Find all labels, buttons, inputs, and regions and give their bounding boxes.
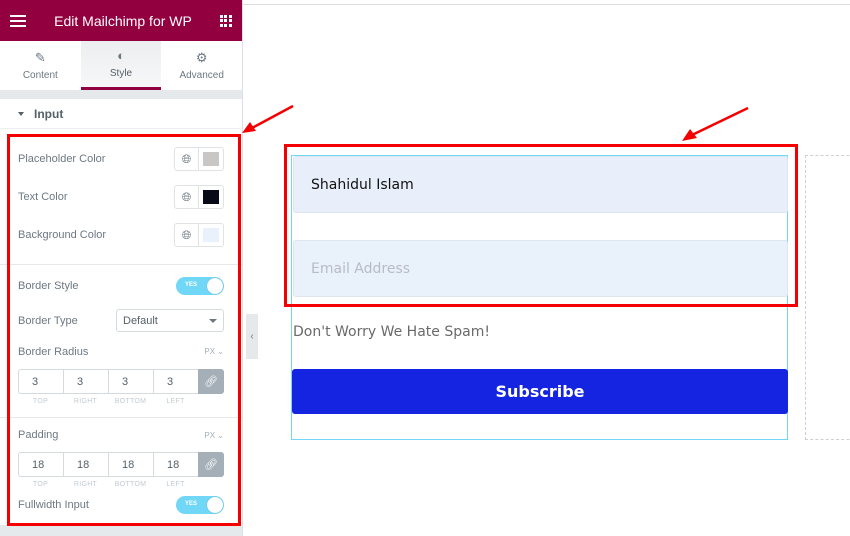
border-radius-header: Border Radius PX ⌄ [0, 334, 242, 369]
padding-left-input[interactable]: 18 [153, 452, 198, 477]
color-swatch[interactable] [199, 186, 223, 208]
section-input-toggle[interactable]: Input [0, 99, 242, 129]
widgets-grid-icon[interactable] [219, 14, 232, 27]
empty-column-placeholder [805, 155, 850, 440]
placeholder-color-control: Placeholder Color 🌐︎ [0, 140, 242, 178]
mailchimp-form-widget[interactable]: Shahidul Islam Email Address Don't Worry… [291, 155, 788, 440]
border-style-toggle[interactable]: YES [176, 277, 224, 295]
padding-bottom-input[interactable]: 18 [108, 452, 153, 477]
link-values-icon[interactable]: 🔗︎ [198, 452, 224, 477]
border-type-control: Border Type Default [0, 307, 242, 334]
tab-label: Style [109, 68, 133, 79]
editor-panel: Edit Mailchimp for WP ✎ Content ◐ Style … [0, 0, 243, 536]
global-colors-icon[interactable]: 🌐︎ [175, 148, 199, 170]
collapse-panel-button[interactable]: ‹ [246, 314, 258, 359]
caret-down-icon [18, 111, 24, 116]
control-label: Background Color [18, 229, 107, 241]
padding-top-input[interactable]: 18 [18, 452, 63, 477]
tab-label: Advanced [179, 69, 224, 81]
global-colors-icon[interactable]: 🌐︎ [175, 186, 199, 208]
panel-header: Edit Mailchimp for WP [0, 0, 242, 41]
dimension-labels: TOP RIGHT BOTTOM LEFT [32, 398, 185, 405]
tab-label: Content [22, 69, 58, 81]
radius-right-input[interactable]: 3 [63, 369, 108, 394]
editor: Edit Mailchimp for WP ✎ Content ◐ Style … [0, 0, 850, 536]
padding-dimensions: 18 18 18 18 🔗︎ [18, 452, 224, 477]
radius-top-input[interactable]: 3 [18, 369, 63, 394]
control-label: Border Radius [18, 345, 89, 358]
tab-content[interactable]: ✎ Content [0, 41, 81, 90]
tab-advanced[interactable]: ⚙ Advanced [161, 41, 242, 90]
name-input[interactable]: Shahidul Islam [293, 156, 788, 213]
section-body: Placeholder Color 🌐︎ Text Color 🌐︎ Backg… [0, 129, 242, 525]
subscribe-button[interactable]: Subscribe [292, 369, 788, 414]
control-label: Placeholder Color [18, 153, 106, 165]
spacer [0, 90, 242, 99]
annotation-arrow-icon [242, 104, 294, 133]
border-radius-dimensions: 3 3 3 3 🔗︎ [18, 369, 224, 394]
panel-title: Edit Mailchimp for WP [54, 12, 192, 29]
email-input[interactable]: Email Address [293, 240, 788, 297]
global-colors-icon[interactable]: 🌐︎ [175, 224, 199, 246]
control-label: Border Type [18, 314, 78, 327]
text-color-control: Text Color 🌐︎ [0, 178, 242, 216]
control-label: Text Color [18, 191, 68, 203]
spam-note: Don't Worry We Hate Spam! [293, 324, 490, 340]
fullwidth-control: Fullwidth Input YES [0, 488, 242, 522]
section-title: Input [34, 106, 64, 121]
annotation-arrow-icon [682, 106, 749, 141]
chevron-down-icon [209, 318, 217, 323]
contrast-icon: ◐ [117, 48, 125, 63]
fullwidth-toggle[interactable]: YES [176, 496, 224, 514]
link-values-icon[interactable]: 🔗︎ [198, 369, 224, 394]
radius-bottom-input[interactable]: 3 [108, 369, 153, 394]
padding-header: Padding PX ⌄ [0, 418, 242, 452]
border-type-select[interactable]: Default [116, 309, 224, 332]
canvas-top-border [243, 4, 850, 5]
tab-style[interactable]: ◐ Style [80, 41, 162, 90]
padding-right-input[interactable]: 18 [63, 452, 108, 477]
menu-icon[interactable] [10, 14, 26, 27]
control-label: Border Style [18, 280, 79, 292]
control-label: Padding [18, 429, 59, 441]
panel-tabs: ✎ Content ◐ Style ⚙ Advanced [0, 41, 242, 90]
gear-icon: ⚙ [195, 49, 208, 65]
pencil-icon: ✎ [34, 49, 46, 65]
dimension-labels: TOP RIGHT BOTTOM LEFT [32, 481, 185, 488]
color-swatch[interactable] [199, 224, 223, 246]
unit-select[interactable]: PX ⌄ [204, 431, 224, 440]
radius-left-input[interactable]: 3 [153, 369, 198, 394]
control-label: Fullwidth Input [18, 499, 89, 511]
unit-select[interactable]: PX ⌄ [204, 347, 224, 356]
background-color-control: Background Color 🌐︎ [0, 216, 242, 254]
border-style-control: Border Style YES [0, 265, 242, 307]
color-swatch[interactable] [199, 148, 223, 170]
